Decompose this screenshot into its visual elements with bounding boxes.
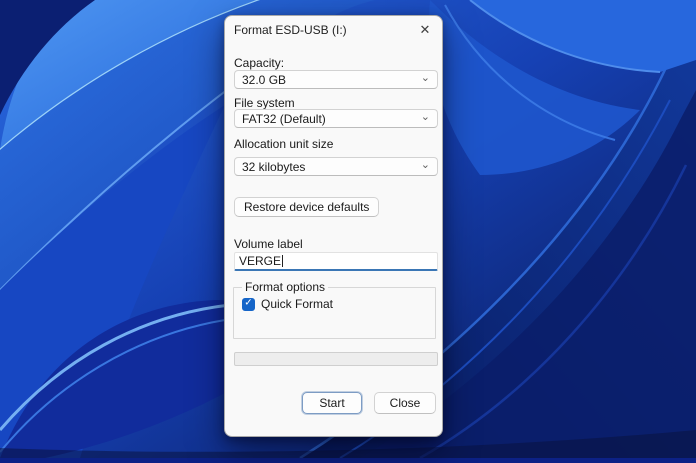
capacity-value: 32.0 GB bbox=[242, 72, 287, 87]
allocation-unit-value: 32 kilobytes bbox=[242, 159, 306, 174]
file-system-label: File system bbox=[234, 96, 295, 110]
file-system-combobox[interactable]: FAT32 (Default) ⌄ bbox=[234, 109, 438, 128]
capacity-label: Capacity: bbox=[234, 56, 285, 70]
text-caret bbox=[282, 255, 284, 267]
format-dialog: Format ESD-USB (I:) ✕ Capacity: 32.0 GB … bbox=[224, 15, 443, 437]
restore-defaults-button[interactable]: Restore device defaults bbox=[234, 197, 380, 217]
quick-format-row: ✓ Quick Format bbox=[242, 297, 427, 311]
close-icon[interactable]: ✕ bbox=[416, 21, 434, 39]
start-button[interactable]: Start bbox=[302, 392, 362, 414]
allocation-unit-label: Allocation unit size bbox=[234, 137, 334, 151]
allocation-unit-combobox[interactable]: 32 kilobytes ⌄ bbox=[234, 157, 438, 176]
volume-label: Volume label bbox=[234, 237, 303, 251]
file-system-value: FAT32 (Default) bbox=[242, 111, 326, 126]
chevron-down-icon: ⌄ bbox=[420, 71, 430, 84]
format-options-legend: Format options bbox=[245, 280, 326, 294]
volume-label-input[interactable]: VERGE bbox=[234, 252, 438, 271]
format-options-group: Format options ✓ Quick Format bbox=[233, 280, 436, 339]
quick-format-checkbox[interactable]: ✓ bbox=[242, 297, 255, 311]
checkmark-icon: ✓ bbox=[244, 297, 253, 309]
chevron-down-icon: ⌄ bbox=[420, 158, 430, 171]
capacity-combobox[interactable]: 32.0 GB ⌄ bbox=[234, 70, 438, 89]
dialog-title: Format ESD-USB (I:) bbox=[234, 23, 347, 37]
chevron-down-icon: ⌄ bbox=[420, 110, 430, 123]
format-progress-bar bbox=[234, 352, 438, 366]
volume-label-value: VERGE bbox=[239, 254, 282, 268]
close-button[interactable]: Close bbox=[374, 392, 436, 414]
quick-format-label: Quick Format bbox=[261, 297, 334, 311]
